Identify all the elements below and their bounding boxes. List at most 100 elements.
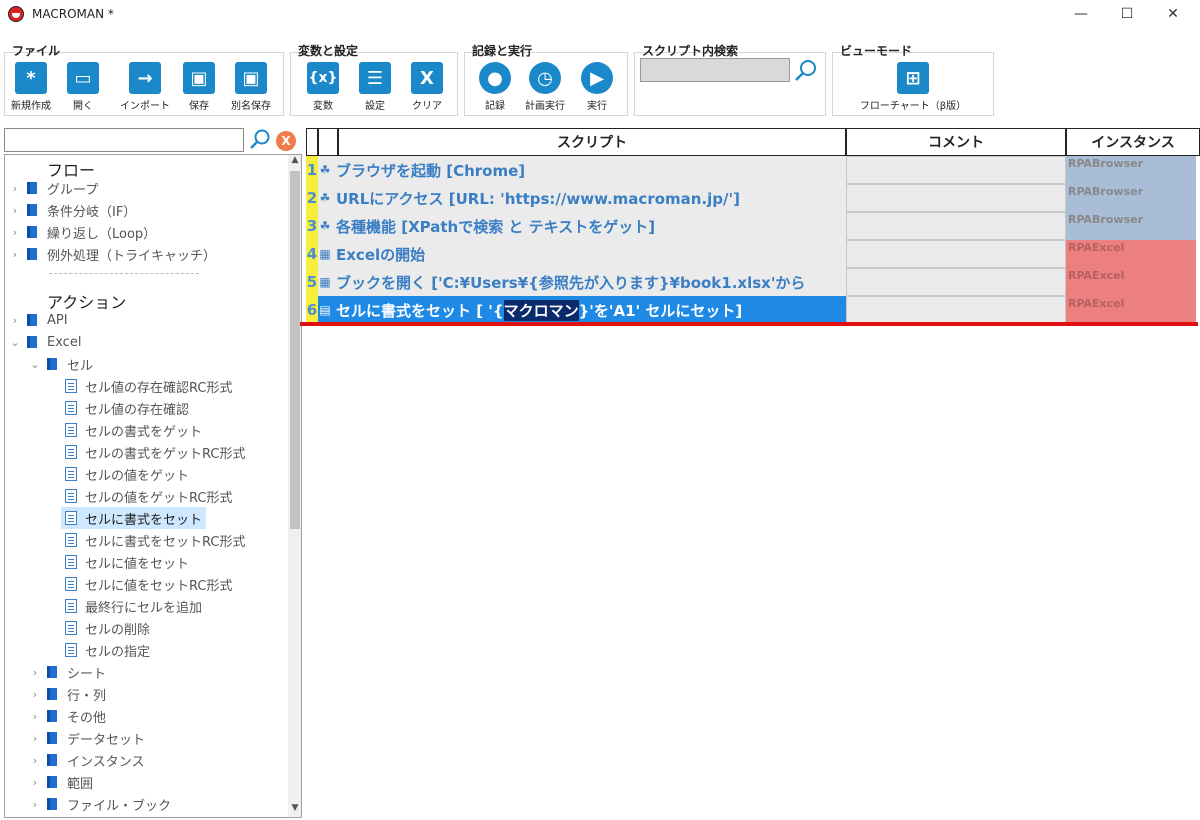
- tree-node-instance[interactable]: › インスタンス: [29, 749, 145, 771]
- save-as-button[interactable]: ▣ 別名保存: [226, 62, 276, 114]
- variable-icon: {x}: [307, 62, 339, 94]
- save-button[interactable]: ▣ 保存: [174, 62, 224, 114]
- chevron-up-icon[interactable]: ▲: [288, 155, 301, 169]
- script-row[interactable]: 4 ▦ Excelの開始 RPAExcel: [306, 240, 1200, 268]
- tree-leaf-action[interactable]: セル値の存在確認: [65, 397, 189, 419]
- chevron-right-icon[interactable]: ›: [9, 314, 21, 327]
- settings-button[interactable]: ☰ 設定: [350, 62, 400, 114]
- script-row[interactable]: 2 ☘ URLにアクセス [URL: 'https://www.macroman.…: [306, 184, 1200, 212]
- tree-node-excel[interactable]: ⌄ Excel: [9, 331, 81, 353]
- action-tree: フロー › グループ › 条件分岐（IF） › 繰り返し（Loop） › 例外処理（トラ…: [4, 154, 302, 818]
- run-button[interactable]: ▶ 実行: [572, 62, 622, 114]
- tree-node-range[interactable]: › 範囲: [29, 771, 93, 793]
- comment-cell[interactable]: [846, 296, 1066, 324]
- tree-node-dataset[interactable]: › データセット: [29, 727, 145, 749]
- search-icon[interactable]: [248, 128, 272, 152]
- import-button[interactable]: → インポート: [116, 62, 174, 114]
- maximize-button[interactable]: ☐: [1104, 0, 1150, 28]
- tree-node-api[interactable]: › API: [9, 309, 68, 331]
- instance-cell[interactable]: RPABrowser: [1066, 212, 1196, 240]
- instance-cell[interactable]: RPAExcel: [1066, 240, 1196, 268]
- clear-search-button[interactable]: X: [276, 131, 296, 151]
- tree-leaf-action[interactable]: セルの指定: [65, 639, 150, 661]
- instance-cell[interactable]: RPAExcel: [1066, 268, 1196, 296]
- script-cell[interactable]: ▤ セルに書式をセット [ '{マクロマン}'を'A1' セルにセット]: [318, 296, 846, 324]
- tree-node-group[interactable]: › グループ: [9, 177, 98, 199]
- tree-leaf-action[interactable]: セルに書式をセットRC形式: [65, 529, 245, 551]
- action-search-input[interactable]: [4, 128, 244, 152]
- play-icon: ▶: [581, 62, 613, 94]
- comment-cell[interactable]: [846, 212, 1066, 240]
- chevron-right-icon[interactable]: ›: [9, 226, 21, 239]
- tree-leaf-action[interactable]: セルに値をセット: [65, 551, 189, 573]
- instance-cell[interactable]: RPAExcel: [1066, 296, 1196, 324]
- variables-button[interactable]: {x} 変数: [298, 62, 348, 114]
- script-cell[interactable]: ▦ Excelの開始: [318, 240, 846, 268]
- chevron-right-icon[interactable]: ›: [29, 776, 41, 789]
- new-button[interactable]: * 新規作成: [6, 62, 56, 114]
- tree-node-row-column[interactable]: › 行・列: [29, 683, 106, 705]
- tree-leaf-action[interactable]: セルの削除: [65, 617, 150, 639]
- scheduled-run-button[interactable]: ◷ 計画実行: [520, 62, 570, 114]
- tree-node-sheet[interactable]: › シート: [29, 661, 106, 683]
- tree-node-loop[interactable]: › 繰り返し（Loop）: [9, 221, 156, 243]
- chevron-right-icon[interactable]: ›: [29, 754, 41, 767]
- chevron-right-icon[interactable]: ›: [29, 688, 41, 701]
- chevron-right-icon[interactable]: ›: [29, 666, 41, 679]
- document-icon: [65, 489, 77, 503]
- comment-cell[interactable]: [846, 268, 1066, 296]
- tree-leaf-action[interactable]: 最終行にセルを追加: [65, 595, 202, 617]
- minimize-button[interactable]: —: [1058, 0, 1104, 28]
- tree-leaf-action[interactable]: セルの書式をゲットRC形式: [65, 441, 245, 463]
- script-search-input[interactable]: [640, 58, 790, 82]
- flowchart-button[interactable]: ⊞ フローチャート（β版）: [838, 62, 988, 114]
- search-icon[interactable]: [793, 58, 819, 84]
- tree-node-other[interactable]: › その他: [29, 705, 106, 727]
- chevron-right-icon[interactable]: ›: [29, 798, 41, 811]
- script-cell[interactable]: ☘ 各種機能 [XPathで検索 と テキストをゲット]: [318, 212, 846, 240]
- comment-cell[interactable]: [846, 240, 1066, 268]
- script-row[interactable]: 1 ☘ ブラウザを起動 [Chrome] RPABrowser: [306, 156, 1200, 184]
- tree-leaf-action[interactable]: セルの書式をゲット: [65, 419, 202, 441]
- script-row[interactable]: 5 ▦ ブックを開く ['C:¥Users¥{参照先が入ります}¥book1.xl…: [306, 268, 1200, 296]
- tree-node-try-catch[interactable]: › 例外処理（トライキャッチ）: [9, 243, 216, 265]
- record-button[interactable]: ● 記録: [470, 62, 520, 114]
- script-row[interactable]: 3 ☘ 各種機能 [XPathで検索 と テキストをゲット] RPABrowser: [306, 212, 1200, 240]
- app-logo-icon: [8, 6, 24, 22]
- instance-cell[interactable]: RPABrowser: [1066, 156, 1196, 184]
- clear-button[interactable]: X クリア: [402, 62, 452, 114]
- tree-leaf-action[interactable]: セルの値をゲット: [65, 463, 189, 485]
- flowchart-icon: ⊞: [897, 62, 929, 94]
- chevron-down-icon[interactable]: ⌄: [9, 336, 21, 349]
- chevron-down-icon[interactable]: ⌄: [29, 358, 41, 371]
- tree-scrollbar[interactable]: ▲ ▼: [288, 155, 301, 817]
- script-row-selected[interactable]: 6 ▤ セルに書式をセット [ '{マクロマン}'を'A1' セルにセット] RP…: [306, 296, 1200, 324]
- script-cell[interactable]: ☘ ブラウザを起動 [Chrome]: [318, 156, 846, 184]
- comment-cell[interactable]: [846, 184, 1066, 212]
- grid-header-instance[interactable]: インスタンス: [1066, 128, 1200, 156]
- chevron-right-icon[interactable]: ›: [29, 710, 41, 723]
- close-button[interactable]: ✕: [1150, 0, 1196, 28]
- chevron-down-icon[interactable]: ▼: [288, 803, 301, 817]
- tree-leaf-action[interactable]: セルの値をゲットRC形式: [65, 485, 232, 507]
- open-button[interactable]: ▭ 開く: [58, 62, 108, 114]
- tree-node-if[interactable]: › 条件分岐（IF）: [9, 199, 137, 221]
- scroll-thumb[interactable]: [290, 171, 300, 529]
- tree-leaf-action-selected[interactable]: セルに書式をセット: [61, 507, 207, 529]
- tree-node-cell[interactable]: ⌄ セル: [29, 353, 93, 375]
- tree-leaf-action[interactable]: セルに値をセットRC形式: [65, 573, 232, 595]
- chevron-right-icon[interactable]: ›: [9, 204, 21, 217]
- instance-cell[interactable]: RPABrowser: [1066, 184, 1196, 212]
- chevron-right-icon[interactable]: ›: [29, 732, 41, 745]
- tree-node-file-book[interactable]: › ファイル・ブック: [29, 793, 171, 815]
- tree-leaf-action[interactable]: セル値の存在確認RC形式: [65, 375, 232, 397]
- comment-cell[interactable]: [846, 156, 1066, 184]
- script-cell[interactable]: ☘ URLにアクセス [URL: 'https://www.macroman.jp…: [318, 184, 846, 212]
- chevron-right-icon[interactable]: ›: [9, 248, 21, 261]
- grid-header-script[interactable]: スクリプト: [338, 128, 846, 156]
- chevron-right-icon[interactable]: ›: [9, 182, 21, 195]
- document-icon: [65, 555, 77, 569]
- browser-action-icon: ☘: [319, 191, 331, 205]
- grid-header-comment[interactable]: コメント: [846, 128, 1066, 156]
- script-cell[interactable]: ▦ ブックを開く ['C:¥Users¥{参照先が入ります}¥book1.xlsx…: [318, 268, 846, 296]
